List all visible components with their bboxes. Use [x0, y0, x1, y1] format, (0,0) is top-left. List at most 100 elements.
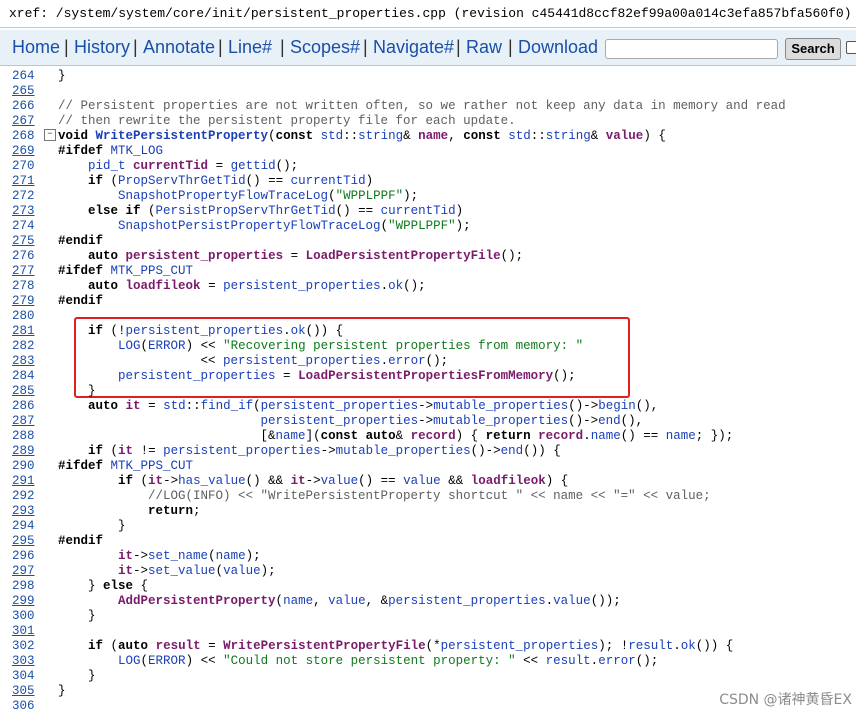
code-text: } else { [58, 579, 149, 593]
code-text: } [58, 519, 126, 533]
line-number-link[interactable]: 289 [12, 444, 35, 459]
code-text: persistent_properties = LoadPersistentPr… [118, 369, 576, 383]
line-number-link[interactable]: 280 [12, 309, 35, 324]
code-text: } [58, 669, 96, 683]
line-number-link[interactable]: 265 [12, 84, 35, 99]
code-text: #endif [58, 234, 104, 248]
line-number-link[interactable]: 300 [12, 609, 35, 624]
line-number-link[interactable]: 270 [12, 159, 35, 174]
code-text: it->set_value(value); [118, 564, 276, 578]
line-number-link[interactable]: 303 [12, 654, 35, 669]
nav-separator: | [508, 37, 513, 57]
line-number-link[interactable]: 266 [12, 99, 35, 114]
search-button[interactable]: Search [785, 38, 841, 60]
code-text: #ifdef MTK_LOG [58, 144, 164, 158]
line-number-link[interactable]: 271 [12, 174, 35, 189]
code-text: } [58, 684, 66, 698]
code-text: if (auto result = WritePersistentPropert… [88, 639, 734, 653]
line-number-link[interactable]: 305 [12, 684, 35, 699]
code-text: if (it != persistent_properties->mutable… [88, 444, 561, 458]
line-number-link[interactable]: 292 [12, 489, 35, 504]
line-number-link[interactable]: 264 [12, 69, 35, 84]
code-text: #endif [58, 534, 104, 548]
code-text: auto persistent_properties = LoadPersist… [88, 249, 524, 263]
line-number-link[interactable]: 299 [12, 594, 35, 609]
watermark: CSDN @诸神黄昏EX [719, 692, 852, 708]
line-number-link[interactable]: 295 [12, 534, 35, 549]
line-number-link[interactable]: 273 [12, 204, 35, 219]
line-number-link[interactable]: 287 [12, 414, 35, 429]
line-number-link[interactable]: 275 [12, 234, 35, 249]
code-text: else if (PersistPropServThrGetTid() == c… [88, 204, 464, 218]
line-number-link[interactable]: 279 [12, 294, 35, 309]
line-number-link[interactable]: 268 [12, 129, 35, 144]
code-text: // then rewrite the persistent property … [58, 114, 516, 128]
line-number-link[interactable]: 282 [12, 339, 35, 354]
line-number-link[interactable]: 277 [12, 264, 35, 279]
nav-separator: | [133, 37, 138, 57]
code-text: persistent_properties->mutable_propertie… [260, 414, 644, 428]
code-text: << persistent_properties.error(); [58, 354, 449, 368]
code-text: if (PropServThrGetTid() == currentTid) [88, 174, 374, 188]
line-number-link[interactable]: 297 [12, 564, 35, 579]
line-number-link[interactable]: 288 [12, 429, 35, 444]
code-text: it->set_name(name); [118, 549, 261, 563]
nav-separator: | [218, 37, 223, 57]
line-number-link[interactable]: 281 [12, 324, 35, 339]
line-number-link[interactable]: 304 [12, 669, 35, 684]
code-text: return; [148, 504, 201, 518]
line-number-link[interactable]: 284 [12, 369, 35, 384]
line-number-link[interactable]: 306 [12, 699, 35, 713]
line-number-link[interactable]: 269 [12, 144, 35, 159]
line-number-link[interactable]: 301 [12, 624, 35, 639]
line-number-link[interactable]: 291 [12, 474, 35, 489]
nav-separator: | [280, 37, 285, 57]
code-text: LOG(ERROR) << "Could not store persisten… [118, 654, 659, 668]
code-text: pid_t currentTid = gettid(); [88, 159, 299, 173]
code-text: LOG(ERROR) << "Recovering persistent pro… [118, 339, 584, 353]
code-text: SnapshotPropertyFlowTraceLog("WPPLPPF"); [118, 189, 419, 203]
code-text: } [58, 69, 66, 83]
line-number-link[interactable]: 274 [12, 219, 35, 234]
nav-history-link[interactable]: History [74, 37, 130, 58]
line-number-link[interactable]: 283 [12, 354, 35, 369]
line-number-link[interactable]: 285 [12, 384, 35, 399]
nav-separator: | [64, 37, 69, 57]
code-text: AddPersistentProperty(name, value, &pers… [118, 594, 621, 608]
line-number-link[interactable]: 296 [12, 549, 35, 564]
line-number-link[interactable]: 267 [12, 114, 35, 129]
search-option-checkbox[interactable] [846, 41, 856, 54]
nav-home-link[interactable]: Home [12, 37, 60, 58]
line-number-link[interactable]: 272 [12, 189, 35, 204]
code-text: } [58, 609, 96, 623]
xref-path-bar: xref: /system/system/core/init/persisten… [0, 0, 856, 28]
nav-raw-link[interactable]: Raw [466, 37, 502, 58]
line-number-link[interactable]: 302 [12, 639, 35, 654]
code-text: void WritePersistentProperty(const std::… [58, 129, 666, 143]
line-number-link[interactable]: 293 [12, 504, 35, 519]
code-text: // Persistent properties are not written… [58, 99, 786, 113]
line-number-link[interactable]: 278 [12, 279, 35, 294]
nav-bar: Home | History | Annotate | Line# | Scop… [0, 30, 856, 66]
code-text: #ifdef MTK_PPS_CUT [58, 459, 194, 473]
nav-download-link[interactable]: Download [518, 37, 598, 58]
code-text: #ifdef MTK_PPS_CUT [58, 264, 194, 278]
nav-separator: | [363, 37, 368, 57]
code-text: //LOG(INFO) << "WritePersistentProperty … [148, 489, 711, 503]
line-number-link[interactable]: 298 [12, 579, 35, 594]
line-number-link[interactable]: 286 [12, 399, 35, 414]
line-number-link[interactable]: 276 [12, 249, 35, 264]
minus-box-icon[interactable]: − [44, 129, 56, 141]
nav-scopes-link[interactable]: Scopes# [290, 37, 360, 58]
search-input[interactable] [605, 39, 778, 59]
code-text: #endif [58, 294, 104, 308]
nav-separator: | [456, 37, 461, 57]
line-number-link[interactable]: 290 [12, 459, 35, 474]
code-text: if (!persistent_properties.ok()) { [88, 324, 344, 338]
nav-navigate-link[interactable]: Navigate# [373, 37, 454, 58]
nav-line-link[interactable]: Line# [228, 37, 272, 58]
source-code-view: − 264} 265 266 // Persistent properties are… [0, 69, 856, 713]
nav-annotate-link[interactable]: Annotate [143, 37, 215, 58]
code-text: } [58, 384, 96, 398]
line-number-link[interactable]: 294 [12, 519, 35, 534]
